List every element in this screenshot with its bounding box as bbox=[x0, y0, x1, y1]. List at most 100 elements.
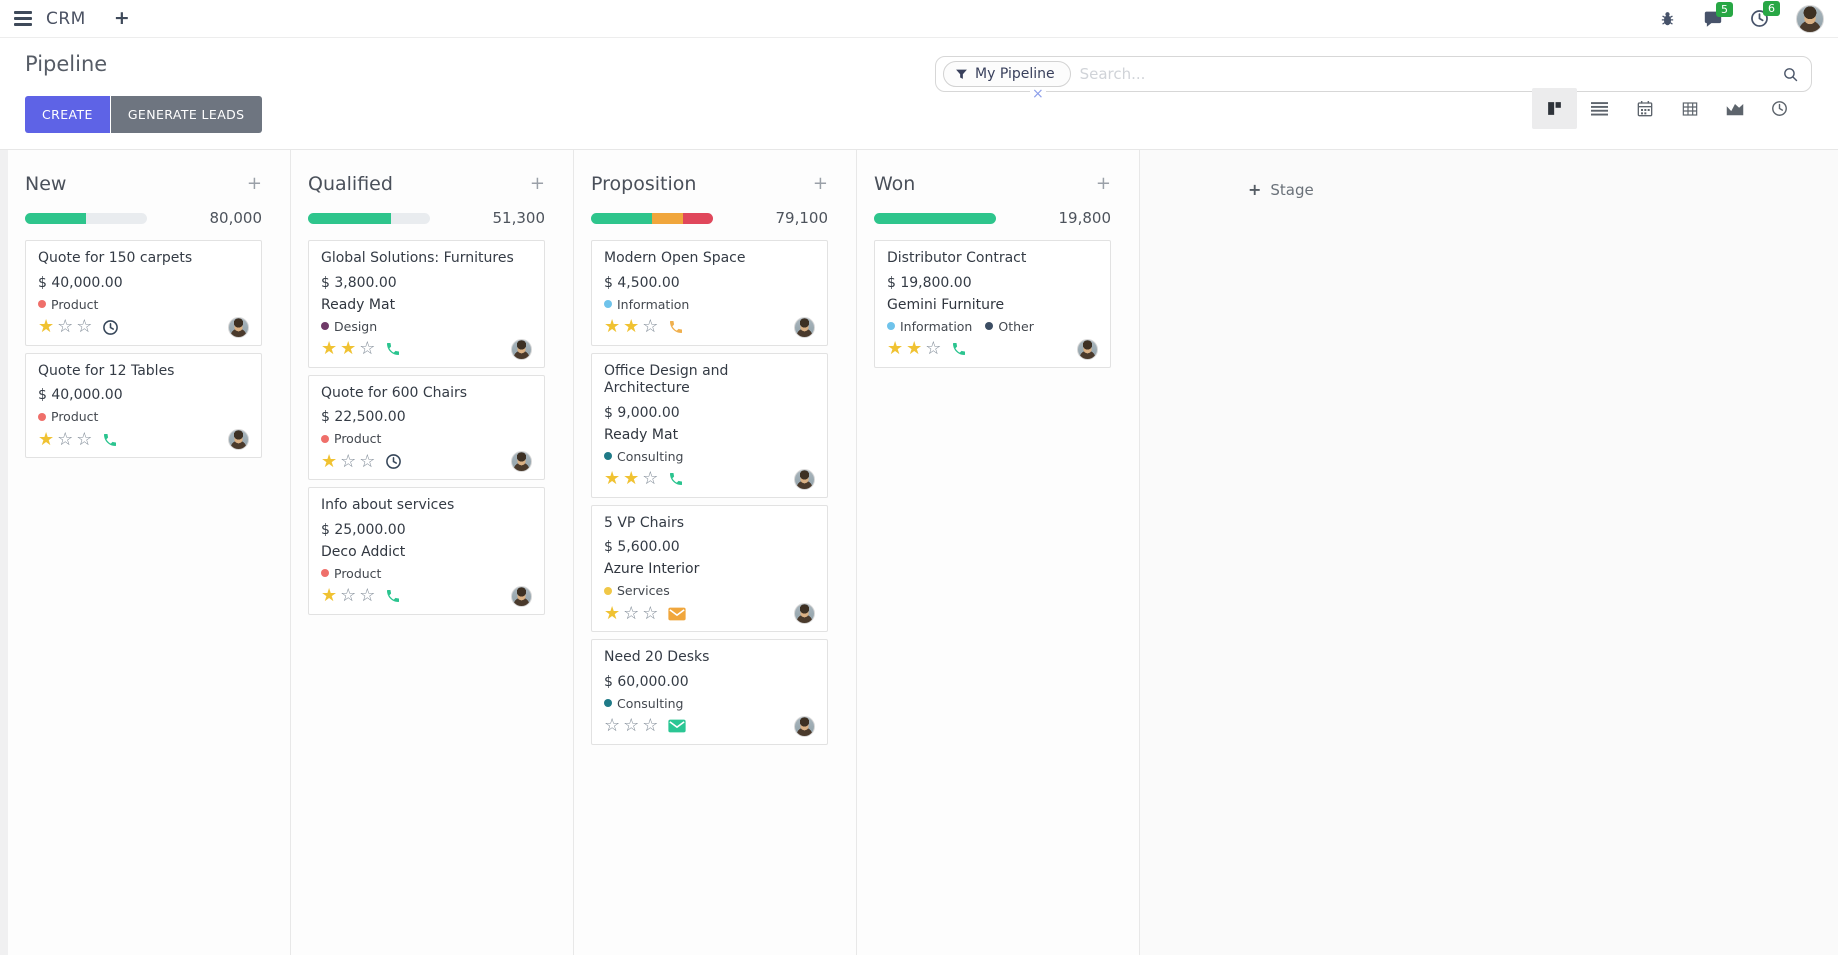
debug-bug-icon[interactable] bbox=[1659, 10, 1676, 27]
phone-activity-icon[interactable] bbox=[385, 588, 401, 604]
star-filled-icon[interactable]: ★ bbox=[623, 318, 639, 336]
view-list-icon[interactable] bbox=[1577, 88, 1622, 129]
star-filled-icon[interactable]: ★ bbox=[321, 453, 337, 471]
priority-stars[interactable]: ☆☆☆ bbox=[604, 717, 658, 735]
search-box[interactable]: My Pipeline × bbox=[935, 56, 1812, 92]
star-filled-icon[interactable]: ★ bbox=[906, 340, 922, 358]
quick-create-icon[interactable]: + bbox=[1096, 175, 1111, 193]
star-empty-icon[interactable]: ☆ bbox=[359, 587, 375, 605]
priority-stars[interactable]: ★☆☆ bbox=[38, 318, 92, 336]
star-empty-icon[interactable]: ☆ bbox=[642, 318, 658, 336]
opportunity-card[interactable]: Quote for 150 carpets $ 40,000.00 Produc… bbox=[25, 240, 262, 346]
quick-create-icon[interactable]: + bbox=[247, 175, 262, 193]
view-activity-icon[interactable] bbox=[1757, 88, 1802, 129]
opportunity-card[interactable]: Info about services $ 25,000.00 Deco Add… bbox=[308, 487, 545, 615]
phone-activity-icon[interactable] bbox=[102, 432, 118, 448]
star-empty-icon[interactable]: ☆ bbox=[925, 340, 941, 358]
progress-segment[interactable] bbox=[683, 213, 714, 224]
facet-remove-icon[interactable]: × bbox=[1030, 87, 1046, 101]
quick-create-icon[interactable]: + bbox=[530, 175, 545, 193]
star-filled-icon[interactable]: ★ bbox=[321, 340, 337, 358]
mail-activity-icon[interactable] bbox=[668, 719, 686, 733]
priority-stars[interactable]: ★☆☆ bbox=[321, 453, 375, 471]
progress-segment[interactable] bbox=[308, 213, 391, 224]
column-title[interactable]: Qualified bbox=[308, 173, 393, 195]
star-empty-icon[interactable]: ☆ bbox=[623, 605, 639, 623]
star-empty-icon[interactable]: ☆ bbox=[359, 340, 375, 358]
column-title[interactable]: Proposition bbox=[591, 173, 696, 195]
add-stage-button[interactable]: + Stage bbox=[1248, 180, 1314, 199]
star-empty-icon[interactable]: ☆ bbox=[340, 587, 356, 605]
phone-activity-icon[interactable] bbox=[951, 341, 967, 357]
star-filled-icon[interactable]: ★ bbox=[623, 470, 639, 488]
opportunity-card[interactable]: Distributor Contract $ 19,800.00 Gemini … bbox=[874, 240, 1111, 368]
column-title[interactable]: Won bbox=[874, 173, 915, 195]
column-progressbar[interactable] bbox=[874, 213, 996, 224]
apps-menu-icon[interactable] bbox=[14, 11, 32, 26]
priority-stars[interactable]: ★★☆ bbox=[887, 340, 941, 358]
star-empty-icon[interactable]: ☆ bbox=[642, 470, 658, 488]
opportunity-card[interactable]: Quote for 12 Tables $ 40,000.00 Product … bbox=[25, 353, 262, 459]
messages-icon[interactable]: 5 bbox=[1703, 10, 1723, 28]
star-empty-icon[interactable]: ☆ bbox=[76, 318, 92, 336]
priority-stars[interactable]: ★☆☆ bbox=[321, 587, 375, 605]
view-calendar-icon[interactable] bbox=[1622, 88, 1667, 129]
progress-segment[interactable] bbox=[652, 213, 683, 224]
opportunity-card[interactable]: Global Solutions: Furnitures $ 3,800.00 … bbox=[308, 240, 545, 368]
star-empty-icon[interactable]: ☆ bbox=[623, 717, 639, 735]
activities-clock-icon[interactable]: 6 bbox=[1750, 9, 1769, 28]
opportunity-card[interactable]: Need 20 Desks $ 60,000.00 Consulting ☆☆☆ bbox=[591, 639, 828, 745]
search-facet-my-pipeline[interactable]: My Pipeline bbox=[943, 61, 1071, 87]
phone-activity-icon[interactable] bbox=[668, 319, 684, 335]
quick-create-icon[interactable]: + bbox=[813, 175, 828, 193]
add-menu-icon[interactable]: + bbox=[114, 9, 130, 28]
star-empty-icon[interactable]: ☆ bbox=[604, 717, 620, 735]
search-icon[interactable] bbox=[1782, 66, 1799, 83]
search-input[interactable] bbox=[1080, 65, 1782, 83]
star-filled-icon[interactable]: ★ bbox=[340, 340, 356, 358]
priority-stars[interactable]: ★☆☆ bbox=[604, 605, 658, 623]
opportunity-card[interactable]: 5 VP Chairs $ 5,600.00 Azure Interior Se… bbox=[591, 505, 828, 633]
column-progressbar[interactable] bbox=[25, 213, 147, 224]
star-filled-icon[interactable]: ★ bbox=[604, 605, 620, 623]
star-filled-icon[interactable]: ★ bbox=[38, 431, 54, 449]
view-pivot-icon[interactable] bbox=[1667, 88, 1712, 129]
star-filled-icon[interactable]: ★ bbox=[604, 318, 620, 336]
priority-stars[interactable]: ★★☆ bbox=[604, 470, 658, 488]
star-empty-icon[interactable]: ☆ bbox=[359, 453, 375, 471]
star-filled-icon[interactable]: ★ bbox=[321, 587, 337, 605]
create-button[interactable]: CREATE bbox=[25, 96, 110, 133]
progress-segment[interactable] bbox=[591, 213, 652, 224]
progress-segment[interactable] bbox=[874, 213, 996, 224]
priority-stars[interactable]: ★★☆ bbox=[604, 318, 658, 336]
generate-leads-button[interactable]: GENERATE LEADS bbox=[111, 96, 262, 133]
priority-stars[interactable]: ★☆☆ bbox=[38, 431, 92, 449]
mail-activity-icon[interactable] bbox=[668, 607, 686, 621]
opportunity-card[interactable]: Modern Open Space $ 4,500.00 Information… bbox=[591, 240, 828, 346]
column-title[interactable]: New bbox=[25, 173, 66, 195]
phone-activity-icon[interactable] bbox=[385, 341, 401, 357]
column-progressbar[interactable] bbox=[308, 213, 430, 224]
app-name[interactable]: CRM bbox=[46, 9, 86, 29]
clock-activity-icon[interactable] bbox=[102, 319, 119, 336]
star-empty-icon[interactable]: ☆ bbox=[57, 431, 73, 449]
star-empty-icon[interactable]: ☆ bbox=[340, 453, 356, 471]
opportunity-card[interactable]: Office Design and Architecture $ 9,000.0… bbox=[591, 353, 828, 498]
view-graph-icon[interactable] bbox=[1712, 88, 1757, 129]
star-empty-icon[interactable]: ☆ bbox=[57, 318, 73, 336]
user-avatar[interactable] bbox=[1796, 5, 1824, 33]
star-empty-icon[interactable]: ☆ bbox=[76, 431, 92, 449]
star-filled-icon[interactable]: ★ bbox=[604, 470, 620, 488]
star-filled-icon[interactable]: ★ bbox=[887, 340, 903, 358]
column-progressbar[interactable] bbox=[591, 213, 713, 224]
star-filled-icon[interactable]: ★ bbox=[38, 318, 54, 336]
phone-activity-icon[interactable] bbox=[668, 471, 684, 487]
star-empty-icon[interactable]: ☆ bbox=[642, 605, 658, 623]
clock-activity-icon[interactable] bbox=[385, 453, 402, 470]
opportunity-card[interactable]: Quote for 600 Chairs $ 22,500.00 Product… bbox=[308, 375, 545, 481]
priority-stars[interactable]: ★★☆ bbox=[321, 340, 375, 358]
salesperson-avatar bbox=[1077, 339, 1098, 360]
view-kanban-icon[interactable] bbox=[1532, 88, 1577, 129]
progress-segment[interactable] bbox=[25, 213, 86, 224]
star-empty-icon[interactable]: ☆ bbox=[642, 717, 658, 735]
